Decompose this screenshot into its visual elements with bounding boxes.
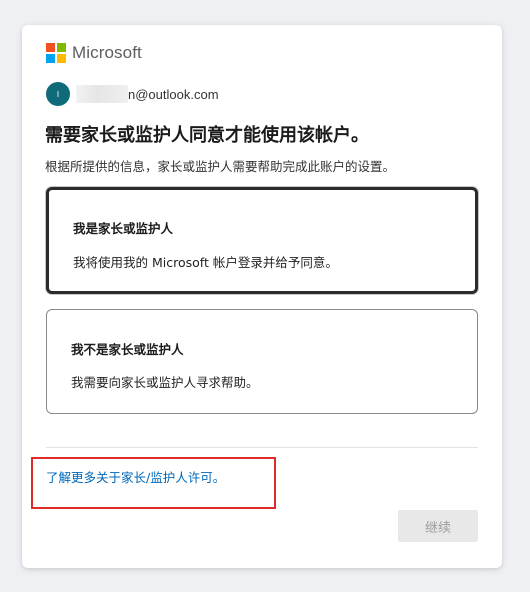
consent-dialog: Microsoft I n@outlook.com 需要家长或监护人同意才能使用… (22, 25, 502, 568)
learn-more-link[interactable]: 了解更多关于家长/监护人许可。 (46, 467, 225, 486)
microsoft-logo-icon (46, 43, 66, 63)
option-description: 我需要向家长或监护人寻求帮助。 (71, 375, 259, 390)
divider (46, 447, 478, 448)
page-title: 需要家长或监护人同意才能使用该帐户。 (45, 125, 369, 146)
option-title: 我是家长或监护人 (73, 221, 174, 236)
continue-button[interactable]: 继续 (398, 510, 478, 542)
brand-name: Microsoft (72, 43, 142, 62)
brand: Microsoft (46, 42, 142, 64)
option-i-am-parent[interactable]: 我是家长或监护人 我将使用我的 Microsoft 帐户登录并给予同意。 (46, 187, 478, 294)
option-description: 我将使用我的 Microsoft 帐户登录并给予同意。 (73, 255, 338, 270)
option-not-parent[interactable]: 我不是家长或监护人 我需要向家长或监护人寻求帮助。 (46, 309, 478, 414)
avatar: I (46, 82, 70, 106)
option-title: 我不是家长或监护人 (71, 342, 184, 357)
page-subtitle: 根据所提供的信息，家长或监护人需要帮助完成此账户的设置。 (45, 159, 396, 174)
account-identity: I n@outlook.com (46, 82, 219, 106)
redacted-email-prefix (76, 85, 128, 103)
account-email: n@outlook.com (128, 86, 219, 102)
